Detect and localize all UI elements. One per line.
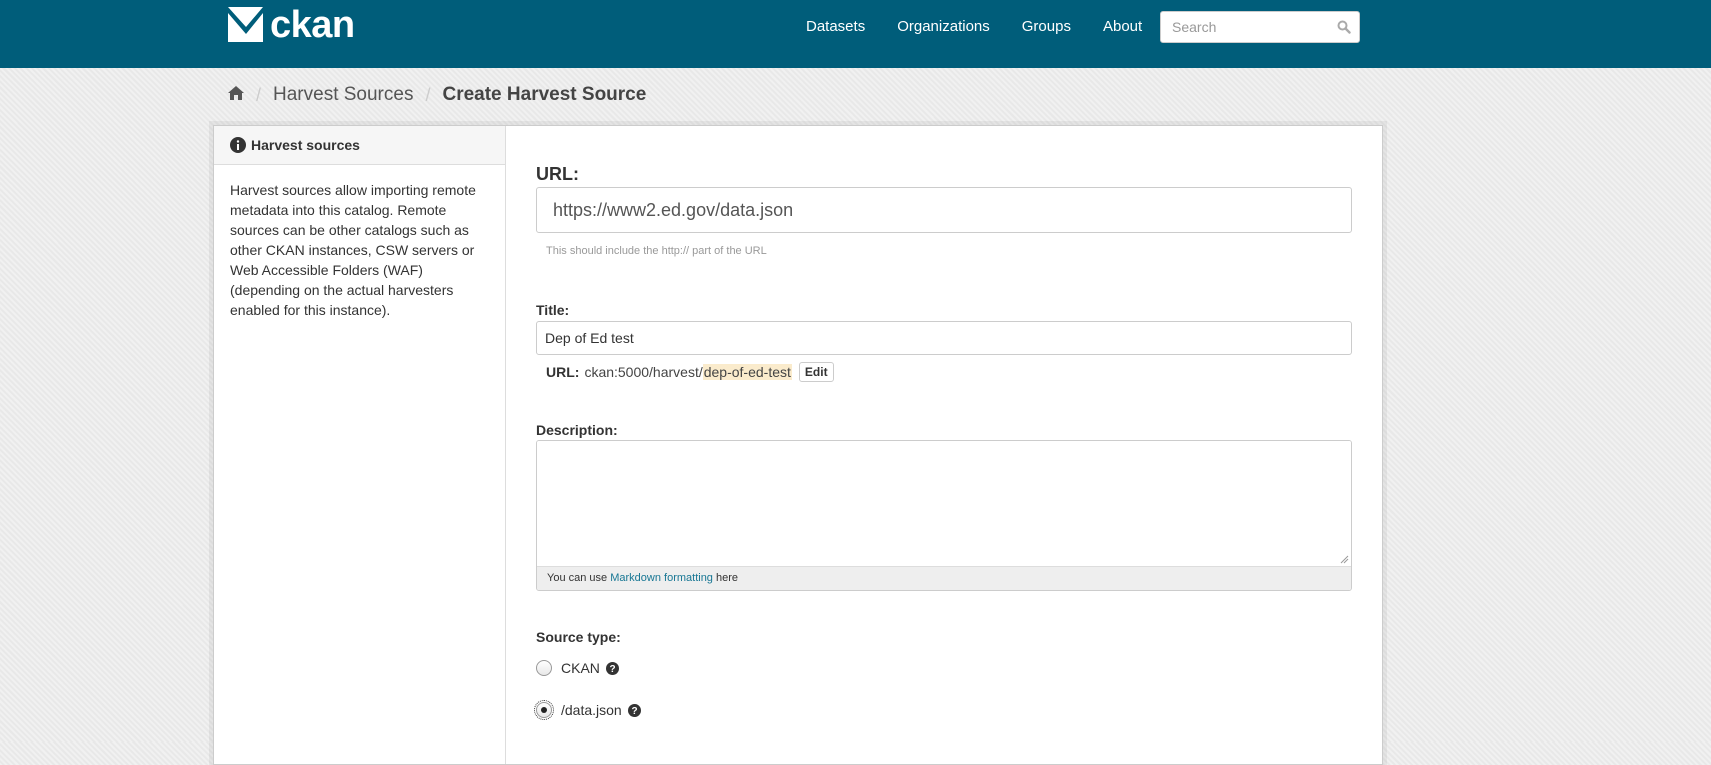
- search-icon[interactable]: [1337, 20, 1351, 39]
- help-icon[interactable]: ?: [627, 703, 641, 717]
- info-circle-icon: [230, 137, 246, 153]
- url-help-text: This should include the http:// part of …: [546, 245, 767, 257]
- slug-preview: URL: ckan:5000/harvest/dep-of-ed-test Ed…: [546, 362, 834, 382]
- masthead: ckan Datasets Organizations Groups About: [0, 0, 1711, 68]
- nav-organizations[interactable]: Organizations: [897, 18, 990, 36]
- ckan-logo[interactable]: ckan: [228, 3, 355, 46]
- source-type-ckan[interactable]: CKAN ?: [536, 660, 619, 676]
- content-wrapper: Harvest sources Harvest sources allow im…: [213, 125, 1383, 765]
- description-label: Description:: [536, 422, 618, 438]
- slug-label: URL:: [546, 364, 580, 380]
- slug-host: ckan:5000/harvest/: [584, 364, 703, 380]
- site-search: [1160, 11, 1360, 43]
- edit-slug-button[interactable]: Edit: [798, 362, 834, 382]
- sidebar-title: Harvest sources: [251, 137, 360, 153]
- breadcrumb-current: Create Harvest Source: [442, 84, 647, 105]
- breadcrumb: / Harvest Sources / Create Harvest Sourc…: [228, 84, 646, 106]
- nav-about[interactable]: About: [1103, 18, 1142, 36]
- resize-handle-icon[interactable]: [1339, 554, 1349, 564]
- nav-datasets[interactable]: Datasets: [806, 18, 865, 36]
- url-input[interactable]: [536, 187, 1352, 233]
- radio-ckan[interactable]: [536, 660, 552, 676]
- url-label: URL:: [536, 164, 579, 184]
- sidebar-heading: Harvest sources: [214, 126, 505, 165]
- main-nav: Datasets Organizations Groups About: [806, 18, 1142, 36]
- markdown-suffix: here: [716, 572, 739, 584]
- source-type-label: Source type:: [536, 629, 621, 645]
- sidebar-description: Harvest sources allow importing remote m…: [230, 182, 476, 318]
- slug-value: dep-of-ed-test: [702, 364, 792, 380]
- breadcrumb-harvest-sources[interactable]: Harvest Sources: [273, 84, 413, 106]
- sidebar: Harvest sources Harvest sources allow im…: [214, 126, 506, 764]
- source-type-ckan-label: CKAN: [561, 660, 600, 676]
- markdown-hint: You can use Markdown formatting here: [537, 566, 1351, 590]
- breadcrumb-separator: /: [256, 84, 262, 105]
- description-textarea[interactable]: [537, 441, 1351, 566]
- markdown-prefix: You can use: [547, 572, 608, 584]
- breadcrumb-separator: /: [425, 84, 431, 105]
- svg-text:?: ?: [631, 706, 637, 717]
- svg-text:?: ?: [609, 664, 615, 675]
- help-icon[interactable]: ?: [605, 661, 619, 675]
- title-input[interactable]: [536, 321, 1352, 355]
- logo-text: ckan: [270, 3, 355, 46]
- nav-groups[interactable]: Groups: [1022, 18, 1071, 36]
- search-input[interactable]: [1161, 12, 1321, 42]
- markdown-link[interactable]: Markdown formatting: [610, 572, 713, 584]
- source-type-datajson-label: /data.json: [561, 702, 622, 718]
- description-box: You can use Markdown formatting here: [536, 440, 1352, 591]
- home-icon[interactable]: [228, 84, 244, 106]
- source-type-datajson[interactable]: /data.json ?: [534, 700, 641, 720]
- title-label: Title:: [536, 302, 570, 318]
- radio-datajson[interactable]: [534, 700, 554, 720]
- ckan-logo-icon: [228, 7, 263, 42]
